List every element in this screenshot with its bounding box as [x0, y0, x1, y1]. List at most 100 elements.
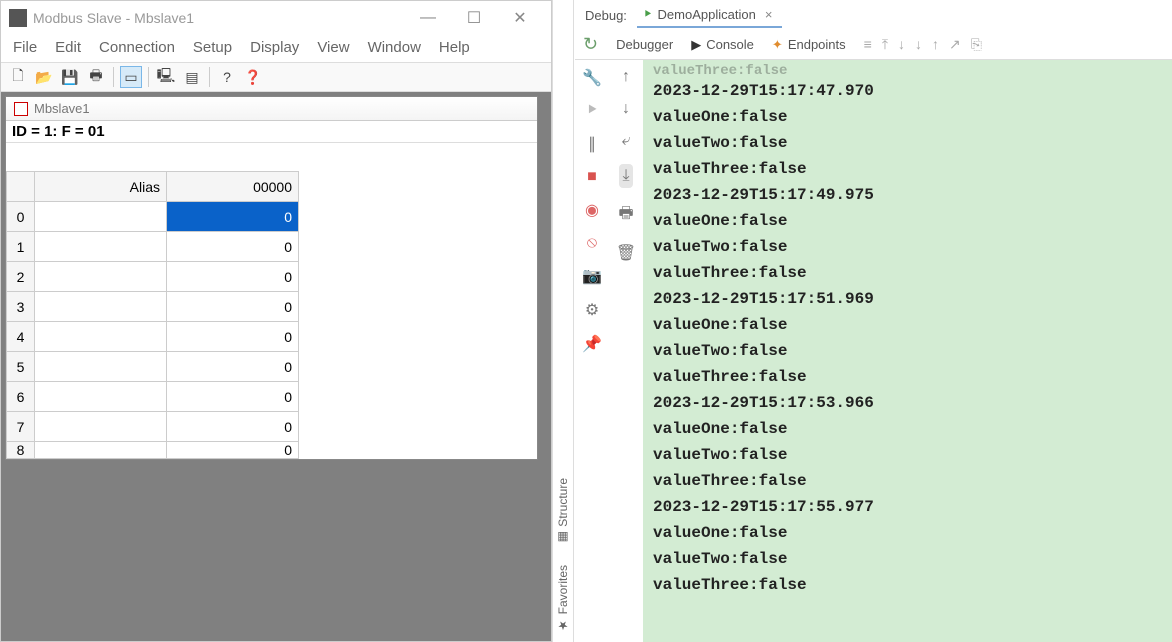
down-icon[interactable]: ↓ [898, 36, 905, 53]
structure-tab[interactable]: ▦Structure [556, 478, 570, 545]
new-icon[interactable]: 🗋 [7, 66, 29, 88]
menu-window[interactable]: Window [368, 39, 421, 56]
value-header[interactable]: 00000 [167, 172, 299, 202]
help-icon[interactable]: ? [216, 66, 238, 88]
register-grid[interactable]: Alias 00000 001020304050607080 [6, 171, 299, 459]
value-cell[interactable]: 0 [167, 262, 299, 292]
console-line: valueTwo:false [653, 234, 1162, 260]
window-title: Modbus Slave - Mbslave1 [33, 10, 194, 26]
menubar: File Edit Connection Setup Display View … [1, 35, 551, 62]
pin-icon[interactable]: 📌 [582, 334, 602, 354]
row-header[interactable]: 4 [7, 322, 35, 352]
open-icon[interactable]: 📂 [33, 66, 55, 88]
menu-display[interactable]: Display [250, 39, 299, 56]
console-output[interactable]: valueThree:false2023-12-29T15:17:47.970v… [643, 60, 1172, 642]
wrench-icon[interactable]: 🔧 [582, 68, 602, 88]
trash-icon[interactable]: 🗑 [616, 243, 636, 263]
document-icon [14, 102, 28, 116]
menu-connection[interactable]: Connection [99, 39, 175, 56]
minimize-button[interactable]: — [405, 3, 451, 33]
row-header[interactable]: 3 [7, 292, 35, 322]
endpoints-tab[interactable]: ✦Endpoints [772, 37, 846, 53]
scroll-end-icon[interactable]: ⤓ [619, 164, 632, 188]
console-line: 2023-12-29T15:17:49.975 [653, 182, 1162, 208]
context-help-icon[interactable]: ❓ [242, 66, 264, 88]
stop-icon[interactable]: ■ [587, 168, 597, 186]
alias-cell[interactable] [35, 322, 167, 352]
mdi-area: Mbslave1 ID = 1: F = 01 Alias 00000 0010… [1, 92, 551, 641]
alias-cell[interactable] [35, 292, 167, 322]
menu-help[interactable]: Help [439, 39, 470, 56]
console-line: valueOne:false [653, 208, 1162, 234]
alias-cell[interactable] [35, 382, 167, 412]
out-icon[interactable]: ↗ [949, 36, 961, 53]
row-header[interactable]: 7 [7, 412, 35, 442]
value-cell[interactable]: 0 [167, 412, 299, 442]
value-cell[interactable]: 0 [167, 352, 299, 382]
mute-icon[interactable]: ⦸ [587, 234, 597, 252]
menu-file[interactable]: File [13, 39, 37, 56]
ide-top-bar: Debug: ⯈ DemoApplication × [575, 0, 1172, 30]
toolbar-separator [209, 67, 210, 87]
menu-view[interactable]: View [317, 39, 349, 56]
step-icon[interactable]: ⤒ [882, 36, 888, 53]
window-icon[interactable]: ▭ [120, 66, 142, 88]
save-icon[interactable]: 💾 [59, 66, 81, 88]
alias-cell[interactable] [35, 262, 167, 292]
row-header[interactable]: 8 [7, 442, 35, 459]
camera-icon[interactable]: 📷 [582, 266, 602, 286]
resume-icon[interactable]: ⯈ [586, 102, 599, 120]
value-cell[interactable]: 0 [167, 322, 299, 352]
value-cell[interactable]: 0 [167, 292, 299, 322]
alias-cell[interactable] [35, 202, 167, 232]
menu-edit[interactable]: Edit [55, 39, 81, 56]
console-line: valueThree:false [653, 364, 1162, 390]
ide-tabs-row: ↻ Debugger ▶Console ✦Endpoints ≡ ⤒ ↓ ↓ ↑… [575, 30, 1172, 60]
console-line: valueOne:false [653, 312, 1162, 338]
value-cell[interactable]: 0 [167, 382, 299, 412]
up-icon[interactable]: ↑ [932, 36, 939, 53]
settings-icon[interactable]: ⚙ [585, 300, 599, 320]
console-line: 2023-12-29T15:17:51.969 [653, 286, 1162, 312]
breakpoints-icon[interactable]: ◉ [585, 200, 599, 220]
print-icon[interactable]: 🖶 [618, 202, 633, 229]
run-config-tab[interactable]: ⯈ DemoApplication × [637, 3, 782, 28]
doc-icon[interactable]: ▤ [181, 66, 203, 88]
down2-icon[interactable]: ↓ [915, 36, 922, 53]
value-cell[interactable]: 0 [167, 202, 299, 232]
layout-icon[interactable]: ≡ [864, 36, 872, 53]
alias-cell[interactable] [35, 442, 167, 459]
row-header[interactable]: 6 [7, 382, 35, 412]
row-header[interactable]: 0 [7, 202, 35, 232]
wrap-icon[interactable]: ⤶ [622, 132, 631, 150]
debugger-tab[interactable]: Debugger [616, 37, 673, 52]
print-icon[interactable]: 🖶 [85, 66, 107, 88]
alias-cell[interactable] [35, 232, 167, 262]
console-line: valueThree:false [653, 572, 1162, 598]
alias-cell[interactable] [35, 412, 167, 442]
up-arrow-icon[interactable]: ↑ [622, 68, 630, 86]
child-title-text: Mbslave1 [34, 101, 90, 116]
alias-header[interactable]: Alias [35, 172, 167, 202]
more-icon[interactable]: ⎘ [971, 36, 982, 53]
close-tab-icon[interactable]: × [761, 7, 777, 22]
monitor-icon[interactable]: 🖳 [155, 66, 177, 88]
row-header[interactable]: 2 [7, 262, 35, 292]
pause-icon[interactable]: ∥ [588, 134, 596, 154]
down-arrow-icon[interactable]: ↓ [622, 100, 630, 118]
value-cell[interactable]: 0 [167, 232, 299, 262]
row-header[interactable]: 5 [7, 352, 35, 382]
row-header[interactable]: 1 [7, 232, 35, 262]
console-line: valueOne:false [653, 520, 1162, 546]
maximize-button[interactable]: ☐ [451, 3, 497, 33]
rerun-icon[interactable]: ↻ [575, 30, 606, 59]
console-line: valueThree:false [653, 64, 1162, 78]
value-cell[interactable]: 0 [167, 442, 299, 459]
menu-setup[interactable]: Setup [193, 39, 232, 56]
console-tab[interactable]: ▶Console [691, 37, 754, 53]
alias-cell[interactable] [35, 352, 167, 382]
console-line: valueTwo:false [653, 130, 1162, 156]
favorites-tab[interactable]: ★Favorites [556, 565, 570, 632]
close-button[interactable]: ✕ [497, 3, 543, 33]
modbus-window: Modbus Slave - Mbslave1 — ☐ ✕ File Edit … [0, 0, 552, 642]
